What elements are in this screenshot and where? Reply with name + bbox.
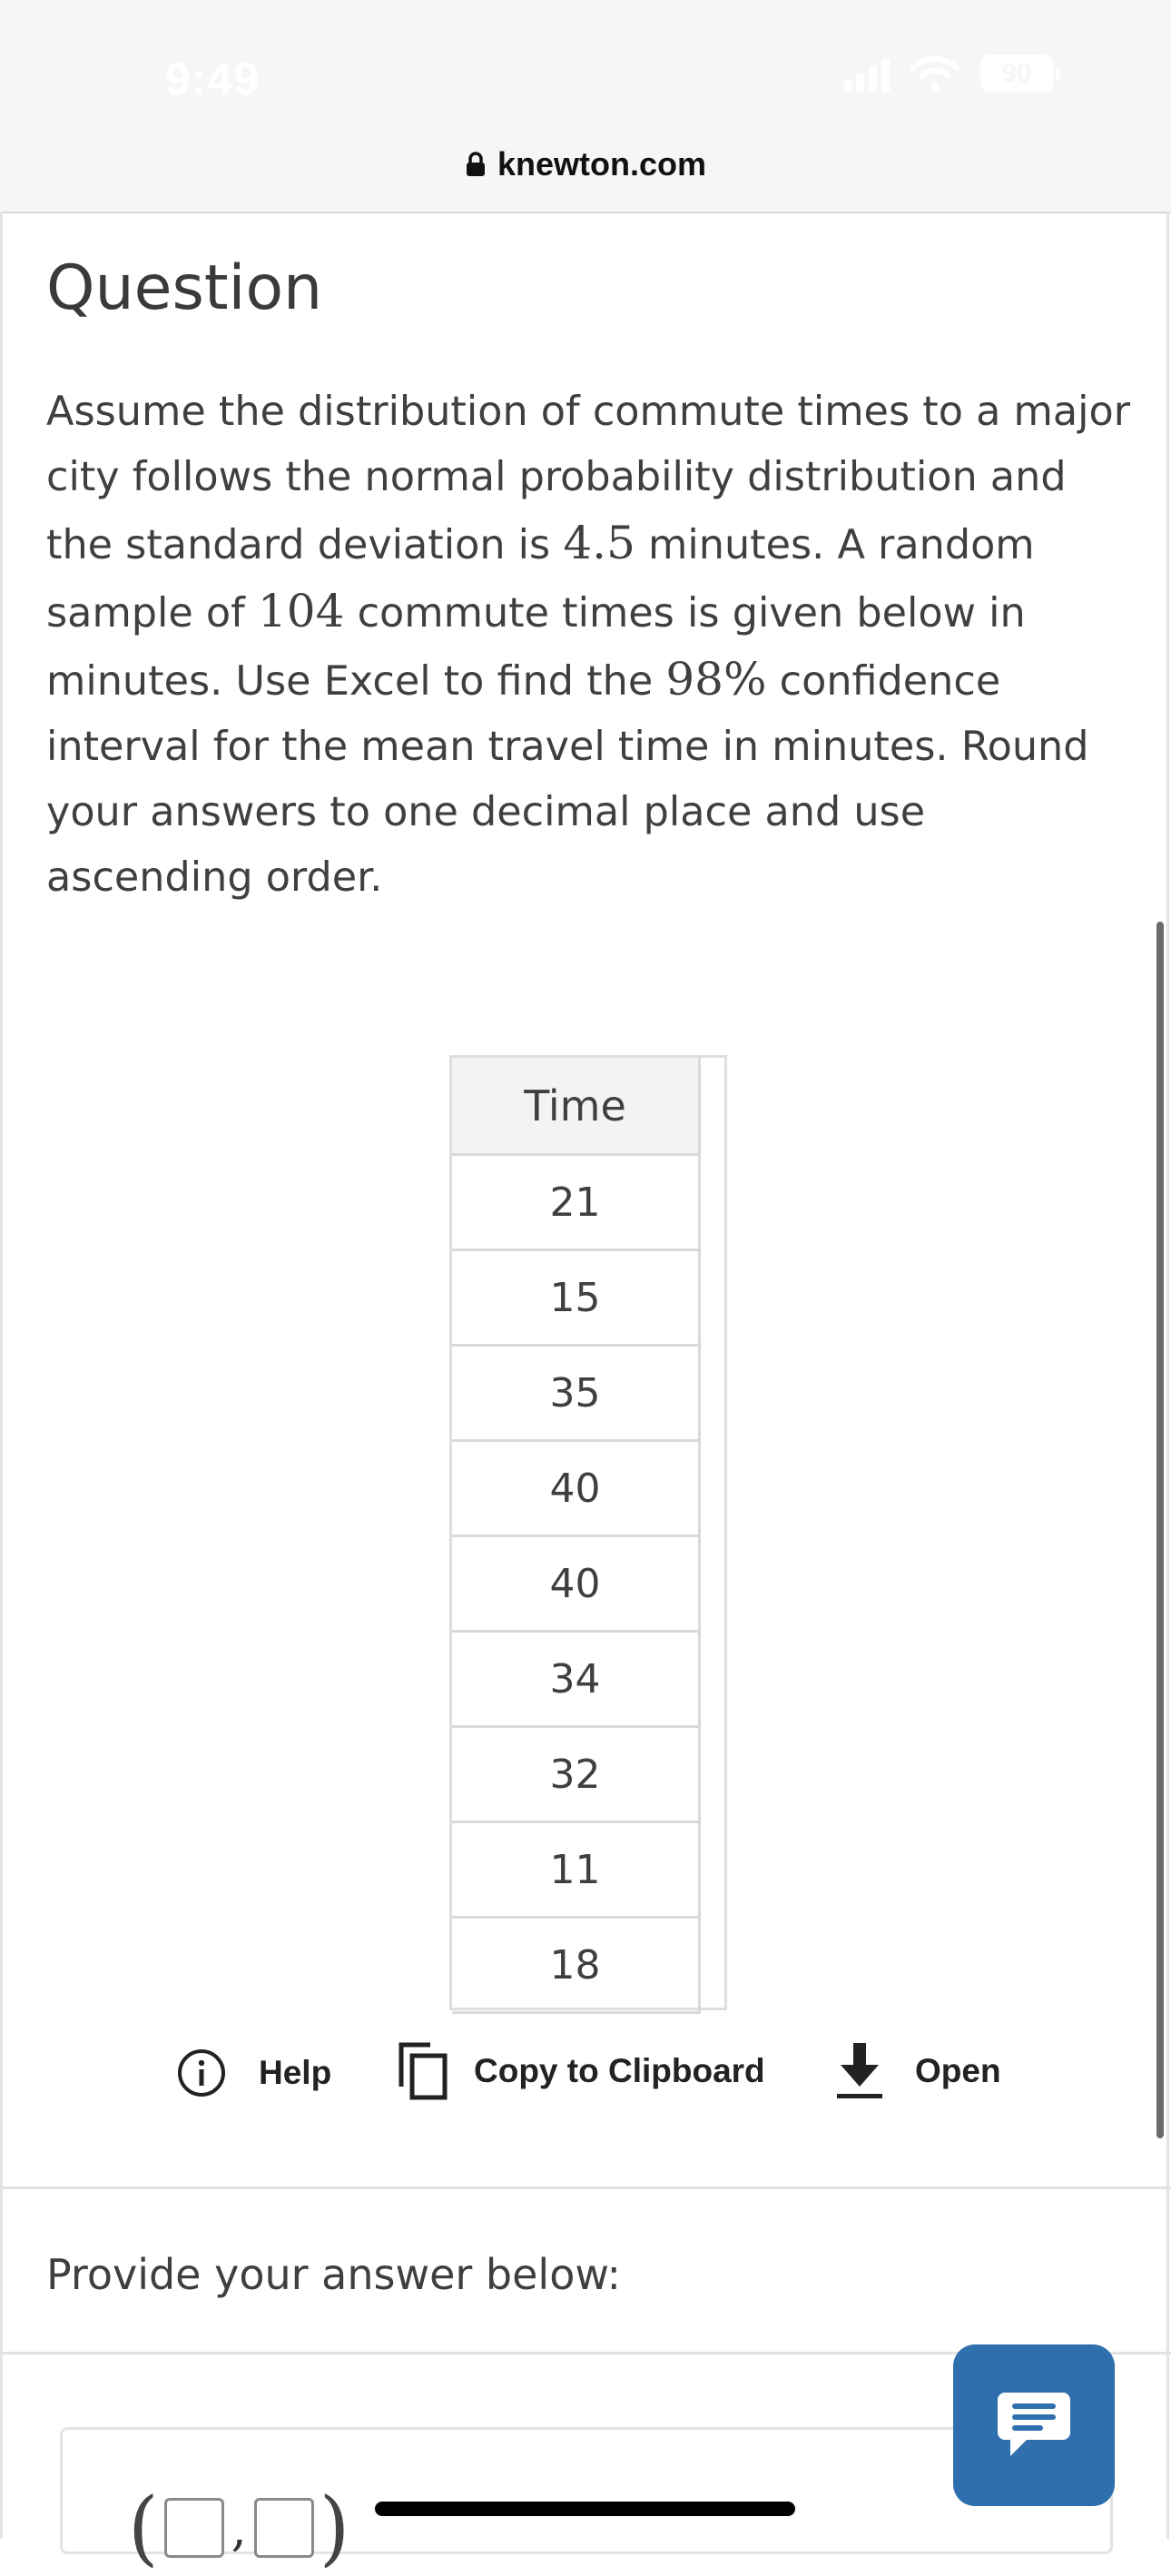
answer-prompt: Provide your answer below: xyxy=(46,2250,621,2299)
table-row: 40 xyxy=(452,1440,701,1537)
open-button[interactable]: Open xyxy=(835,2041,1001,2101)
help-label: Help xyxy=(259,2054,332,2091)
table-header-time: Time xyxy=(452,1058,701,1156)
battery-level: 90 xyxy=(980,54,1053,93)
copy-to-clipboard-button[interactable]: Copy to Clipboard xyxy=(398,2041,765,2101)
scrollbar[interactable] xyxy=(1156,922,1164,2138)
table-cell: 32 xyxy=(452,1726,701,1823)
wifi-icon xyxy=(910,55,960,92)
table-cell: 35 xyxy=(452,1345,701,1442)
battery-icon: 90 xyxy=(980,54,1060,93)
data-table: Time 21 15 35 40 40 34 32 11 18 xyxy=(452,1058,701,2014)
table-header-row: Time xyxy=(452,1058,701,1156)
table-row: 34 xyxy=(452,1631,701,1728)
table-row: 11 xyxy=(452,1821,701,1919)
table-cell: 40 xyxy=(452,1440,701,1537)
data-table-container[interactable]: Time 21 15 35 40 40 34 32 11 18 xyxy=(449,1055,727,2014)
table-row: 21 xyxy=(452,1154,701,1251)
interval-input-group: ( , ) xyxy=(128,2480,350,2576)
question-text: Assume the distribution of commute times… xyxy=(46,380,1136,911)
signal-icon xyxy=(843,55,890,92)
status-time: 9:49 xyxy=(165,54,261,104)
confidence-level-value: 98% xyxy=(665,653,767,706)
upper-bound-input[interactable] xyxy=(253,2498,314,2558)
chat-bubble-icon xyxy=(998,2393,1070,2456)
table-actions: Help Copy to Clipboard Open xyxy=(0,2042,1171,2121)
table-cell: 34 xyxy=(452,1631,701,1728)
url-domain: knewton.com xyxy=(497,145,707,183)
page-title: Question xyxy=(46,252,323,324)
table-cell: 11 xyxy=(452,1821,701,1919)
status-icons: 90 xyxy=(843,54,1060,93)
download-icon xyxy=(837,2043,882,2098)
copy-label: Copy to Clipboard xyxy=(474,2052,765,2089)
lower-bound-input[interactable] xyxy=(163,2498,224,2558)
open-paren: ( xyxy=(128,2480,159,2576)
chat-button[interactable] xyxy=(953,2344,1115,2506)
home-indicator[interactable] xyxy=(375,2502,795,2516)
table-cell: 18 xyxy=(452,1917,701,2014)
table-row: 15 xyxy=(452,1249,701,1347)
table-cell: 40 xyxy=(452,1535,701,1633)
table-cell: 21 xyxy=(452,1154,701,1251)
browser-top-bar: 9:49 90 knewton.com xyxy=(0,0,1171,213)
divider xyxy=(0,2186,1171,2189)
table-cell: 15 xyxy=(452,1249,701,1347)
sample-size-value: 104 xyxy=(257,585,345,637)
table-row: 40 xyxy=(452,1535,701,1633)
table-row: 35 xyxy=(452,1345,701,1442)
url-bar[interactable]: knewton.com xyxy=(0,145,1171,183)
comma: , xyxy=(231,2499,247,2557)
copy-icon xyxy=(399,2042,448,2100)
info-circle-icon xyxy=(178,2049,225,2097)
close-paren: ) xyxy=(319,2480,350,2576)
std-dev-value: 4.5 xyxy=(563,517,635,569)
open-label: Open xyxy=(915,2052,1001,2089)
help-button[interactable]: Help xyxy=(177,2048,331,2097)
lock-icon xyxy=(465,151,487,178)
table-row: 32 xyxy=(452,1726,701,1823)
table-row: 18 xyxy=(452,1917,701,2014)
